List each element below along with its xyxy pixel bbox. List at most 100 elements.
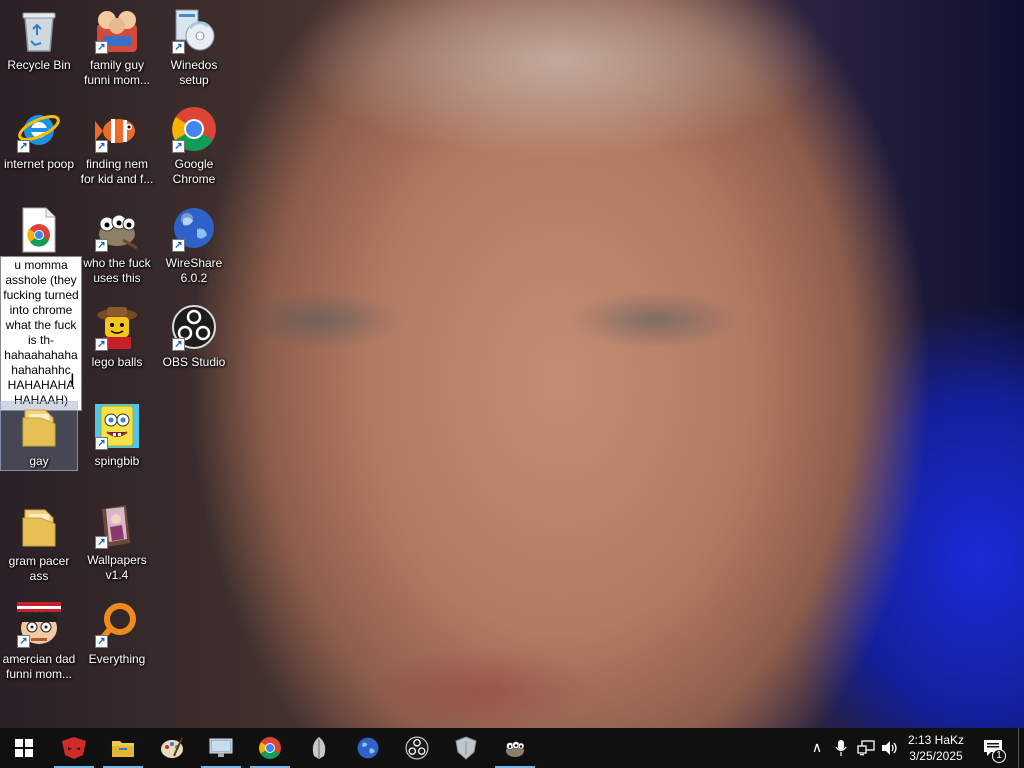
- taskbar-network-app[interactable]: [197, 728, 245, 768]
- shortcut-arrow-icon: ↗: [95, 536, 108, 549]
- shortcut-arrow-icon: ↗: [172, 41, 185, 54]
- recycle-bin-icon: [15, 6, 63, 54]
- taskbar-feather-app[interactable]: [295, 728, 343, 768]
- desktop[interactable]: Recycle Bin ↗ internet poop u momma assh…: [0, 0, 1024, 728]
- taskbar-file-explorer[interactable]: [99, 728, 147, 768]
- taskbar-shield-app[interactable]: [442, 728, 490, 768]
- taskbar-gimp[interactable]: [491, 728, 539, 768]
- shortcut-arrow-icon: ↗: [17, 140, 30, 153]
- desktop-icon-label: WireShare 6.0.2: [165, 256, 223, 285]
- gimp-icon: ↗: [93, 204, 141, 252]
- lego-icon: ↗: [93, 303, 141, 351]
- taskbar-wireshare[interactable]: [344, 728, 392, 768]
- taskbar-obs-studio[interactable]: [393, 728, 441, 768]
- clock-time: 2:13 HaKz: [907, 733, 965, 747]
- desktop-icon-label: who the fuck uses this: [83, 256, 151, 285]
- desktop-icon-gram-pacer-folder[interactable]: gram pacer ass: [1, 502, 77, 584]
- notification-count-badge: 1: [992, 749, 1006, 763]
- obs-icon: [405, 736, 429, 760]
- desktop-icon-label: Everything: [88, 652, 146, 666]
- shortcut-arrow-icon: ↗: [172, 140, 185, 153]
- chrome-icon: ↗: [170, 105, 218, 153]
- gimp-icon: [506, 741, 525, 757]
- american-dad-icon: ↗: [15, 600, 63, 648]
- spongebob-icon: ↗: [93, 402, 141, 450]
- desktop-icon-label: amercian dad funni mom...: [2, 652, 76, 681]
- desktop-icon-label: spingbib: [94, 454, 140, 468]
- shortcut-arrow-icon: ↗: [172, 338, 185, 351]
- desktop-icon-everything[interactable]: ↗ Everything: [79, 600, 155, 667]
- feather-icon: [312, 737, 326, 759]
- desktop-icon-wallpapers[interactable]: ↗ Wallpapers v1.4: [79, 501, 155, 583]
- speaker-icon: [882, 741, 897, 755]
- start-button[interactable]: [0, 728, 48, 768]
- taskbar-app-mask[interactable]: [50, 728, 98, 768]
- desktop-icon-lego-balls[interactable]: ↗ lego balls: [79, 303, 155, 370]
- windows-logo-icon: [15, 739, 33, 757]
- shortcut-arrow-icon: ↗: [95, 41, 108, 54]
- shortcut-arrow-icon: ↗: [95, 635, 108, 648]
- desktop-icon-gay-folder[interactable]: gay: [0, 401, 78, 471]
- shortcut-arrow-icon: ↗: [95, 239, 108, 252]
- desktop-icon-label: Winedos setup: [170, 58, 218, 87]
- clock-date: 3/25/2025: [909, 749, 963, 763]
- desktop-icon-winedos-setup[interactable]: ↗ Winedos setup: [156, 6, 232, 88]
- desktop-icon-who-uses-this[interactable]: ↗ who the fuck uses this: [79, 204, 155, 286]
- folder-icon: [112, 741, 134, 757]
- desktop-icon-finding-nem[interactable]: ↗ finding nem for kid and f...: [79, 105, 155, 187]
- desktop-icon-label: lego balls: [91, 355, 143, 369]
- shortcut-arrow-icon: ↗: [95, 140, 108, 153]
- desktop-icon-spingbib[interactable]: ↗ spingbib: [79, 402, 155, 469]
- taskbar-chrome[interactable]: [246, 728, 294, 768]
- wallpapers-icon: ↗: [93, 501, 141, 549]
- shortcut-arrow-icon: ↗: [172, 239, 185, 252]
- desktop-icon-google-chrome[interactable]: ↗ Google Chrome: [156, 105, 232, 187]
- desktop-icon-label: gram pacer ass: [8, 554, 70, 583]
- chevron-up-icon: ∧: [811, 740, 823, 756]
- desktop-icon-label: Recycle Bin: [7, 58, 71, 72]
- microphone-icon: [835, 740, 847, 756]
- taskbar-clock[interactable]: 2:13 HaKz 3/25/2025: [900, 732, 972, 764]
- network-tray-button[interactable]: [854, 728, 878, 768]
- network-icon: [857, 740, 875, 756]
- action-center-button[interactable]: 1: [978, 728, 1008, 768]
- desktop-icon-amercian-dad[interactable]: ↗ amercian dad funni mom...: [1, 600, 77, 682]
- globe-icon: ↗: [170, 204, 218, 252]
- internet-explorer-icon: ↗: [15, 105, 63, 153]
- desktop-icon-label: finding nem for kid and f...: [80, 157, 154, 186]
- nemo-icon: ↗: [93, 105, 141, 153]
- microphone-tray-button[interactable]: [831, 728, 851, 768]
- desktop-icon-family-guy[interactable]: ↗ family guy funni mom...: [79, 6, 155, 88]
- folder-icon: [15, 502, 63, 550]
- taskbar-paint[interactable]: [148, 728, 196, 768]
- show-hidden-icons-button[interactable]: ∧: [806, 728, 828, 768]
- desktop-icon-internet-poop[interactable]: ↗ internet poop: [1, 105, 77, 172]
- shortcut-arrow-icon: ↗: [95, 338, 108, 351]
- folder-icon: [15, 402, 63, 450]
- paint-palette-icon: [161, 737, 183, 758]
- monitor-icon: [209, 738, 233, 757]
- volume-tray-button[interactable]: [879, 728, 901, 768]
- show-desktop-button[interactable]: [1018, 728, 1024, 768]
- shortcut-arrow-icon: ↗: [17, 635, 30, 648]
- desktop-icon-label: Google Chrome: [172, 157, 216, 186]
- desktop-icon-chrome-file[interactable]: [1, 206, 77, 254]
- chrome-document-icon: [15, 206, 63, 254]
- desktop-icon-label: OBS Studio: [162, 355, 226, 369]
- text-cursor-icon: I: [70, 370, 75, 389]
- globe-icon: [357, 737, 379, 759]
- red-mask-icon: [62, 737, 86, 759]
- chrome-icon: [259, 737, 281, 759]
- taskbar: ∧ 2:13 HaKz 3/25/2025 1: [0, 728, 1024, 768]
- desktop-icon-label: gay: [29, 454, 49, 468]
- desktop-icon-label: family guy funni mom...: [83, 58, 151, 87]
- desktop-icon-wireshare[interactable]: ↗ WireShare 6.0.2: [156, 204, 232, 286]
- desktop-icon-recycle-bin[interactable]: Recycle Bin: [1, 6, 77, 73]
- everything-search-icon: ↗: [93, 600, 141, 648]
- desktop-icon-obs-studio[interactable]: ↗ OBS Studio: [156, 303, 232, 370]
- family-guy-icon: ↗: [93, 6, 141, 54]
- shield-icon: [455, 736, 477, 760]
- desktop-icon-label: Wallpapers v1.4: [87, 553, 147, 582]
- obs-icon: ↗: [170, 303, 218, 351]
- desktop-icon-label: internet poop: [3, 157, 75, 171]
